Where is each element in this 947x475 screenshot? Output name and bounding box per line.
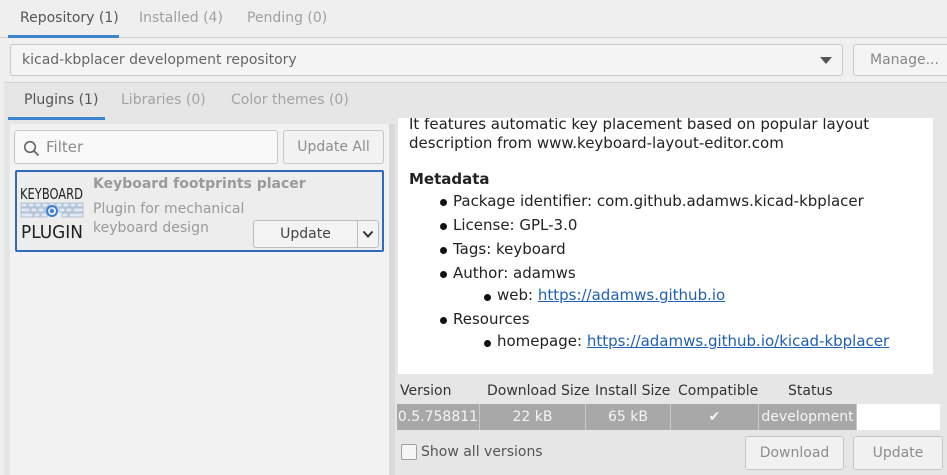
chevron-down-icon — [362, 230, 374, 238]
package-author: Author: adamws — [453, 264, 576, 282]
bullet-icon — [440, 271, 447, 278]
column-status: Status — [788, 383, 833, 399]
package-title: Keyboard footprints placer — [93, 176, 306, 192]
cell-install-size: 65 kB — [586, 404, 671, 430]
package-tags: Tags: keyboard — [453, 240, 566, 258]
web-link[interactable]: https://adamws.github.io — [538, 286, 725, 304]
package-details: It features automatic key placement base… — [398, 118, 933, 374]
homepage-link[interactable]: https://adamws.github.io/kicad-kbplacer — [587, 332, 889, 350]
repository-select-value: kicad-kbplacer development repository — [22, 52, 297, 68]
inner-tab-bar: Plugins (1) Libraries (0) Color themes (… — [4, 82, 947, 120]
column-install-size: Install Size — [595, 383, 671, 399]
manage-button[interactable]: Manage... — [853, 44, 947, 76]
homepage-label: homepage: — [497, 332, 587, 350]
tab-pending[interactable]: Pending (0) — [247, 0, 327, 38]
package-update-button[interactable]: Update — [253, 220, 358, 248]
bullet-icon — [484, 340, 491, 347]
package-card[interactable]: KEYBOARD PLUGIN Keyboard footprints plac… — [15, 170, 384, 252]
package-identifier: Package identifier: com.github.adamws.ki… — [453, 192, 864, 210]
download-button[interactable]: Download — [745, 436, 844, 470]
repository-select[interactable]: kicad-kbplacer development repository — [10, 44, 843, 76]
bullet-icon — [484, 294, 491, 301]
bullet-icon — [440, 223, 447, 230]
details-intro-line1: It features automatic key placement base… — [409, 118, 870, 133]
update-button[interactable]: Update — [853, 436, 943, 470]
tab-repository[interactable]: Repository (1) — [8, 0, 119, 38]
web-label: web: — [497, 286, 538, 304]
top-tab-bar: Repository (1) Installed (4) Pending (0) — [0, 0, 947, 38]
column-version: Version — [400, 383, 452, 399]
tab-libraries[interactable]: Libraries (0) — [121, 82, 206, 120]
show-all-versions-checkbox[interactable] — [401, 444, 417, 460]
logo-text-bottom: PLUGIN — [21, 222, 83, 240]
column-download-size: Download Size — [487, 383, 590, 399]
resources-heading: Resources — [453, 310, 530, 328]
details-intro-line2: description from www.keyboard-layout-edi… — [409, 134, 784, 152]
logo-text-top: KEYBOARD — [20, 185, 83, 203]
bullet-icon — [440, 247, 447, 254]
search-icon — [23, 140, 40, 157]
column-compatible: Compatible — [678, 383, 759, 399]
metadata-heading: Metadata — [409, 170, 490, 188]
cell-version: 0.5.758811 — [397, 404, 480, 430]
keyboard-plugin-logo: KEYBOARD PLUGIN — [20, 185, 84, 240]
show-all-versions-label: Show all versions — [421, 444, 543, 460]
tab-color-themes[interactable]: Color themes (0) — [231, 82, 349, 120]
cell-compatible: ✔ — [671, 404, 759, 430]
package-update-dropdown[interactable] — [357, 220, 379, 248]
tab-plugins[interactable]: Plugins (1) — [8, 82, 105, 120]
cell-status: development — [759, 404, 857, 430]
filter-placeholder: Filter — [46, 138, 84, 156]
cell-download-size: 22 kB — [480, 404, 586, 430]
filter-input[interactable]: Filter — [14, 130, 278, 164]
table-row[interactable]: 0.5.758811 22 kB 65 kB ✔ development — [397, 404, 940, 430]
update-all-button[interactable]: Update All — [283, 130, 384, 164]
pane-splitter[interactable] — [389, 124, 395, 475]
package-description: Plugin for mechanical keyboard design — [93, 201, 245, 236]
chevron-down-icon — [820, 57, 832, 64]
tab-installed[interactable]: Installed (4) — [139, 0, 223, 38]
package-license: License: GPL-3.0 — [453, 216, 578, 234]
bullet-icon — [440, 199, 447, 206]
versions-table-header: Version Download Size Install Size Compa… — [397, 380, 940, 402]
bullet-icon — [440, 317, 447, 324]
